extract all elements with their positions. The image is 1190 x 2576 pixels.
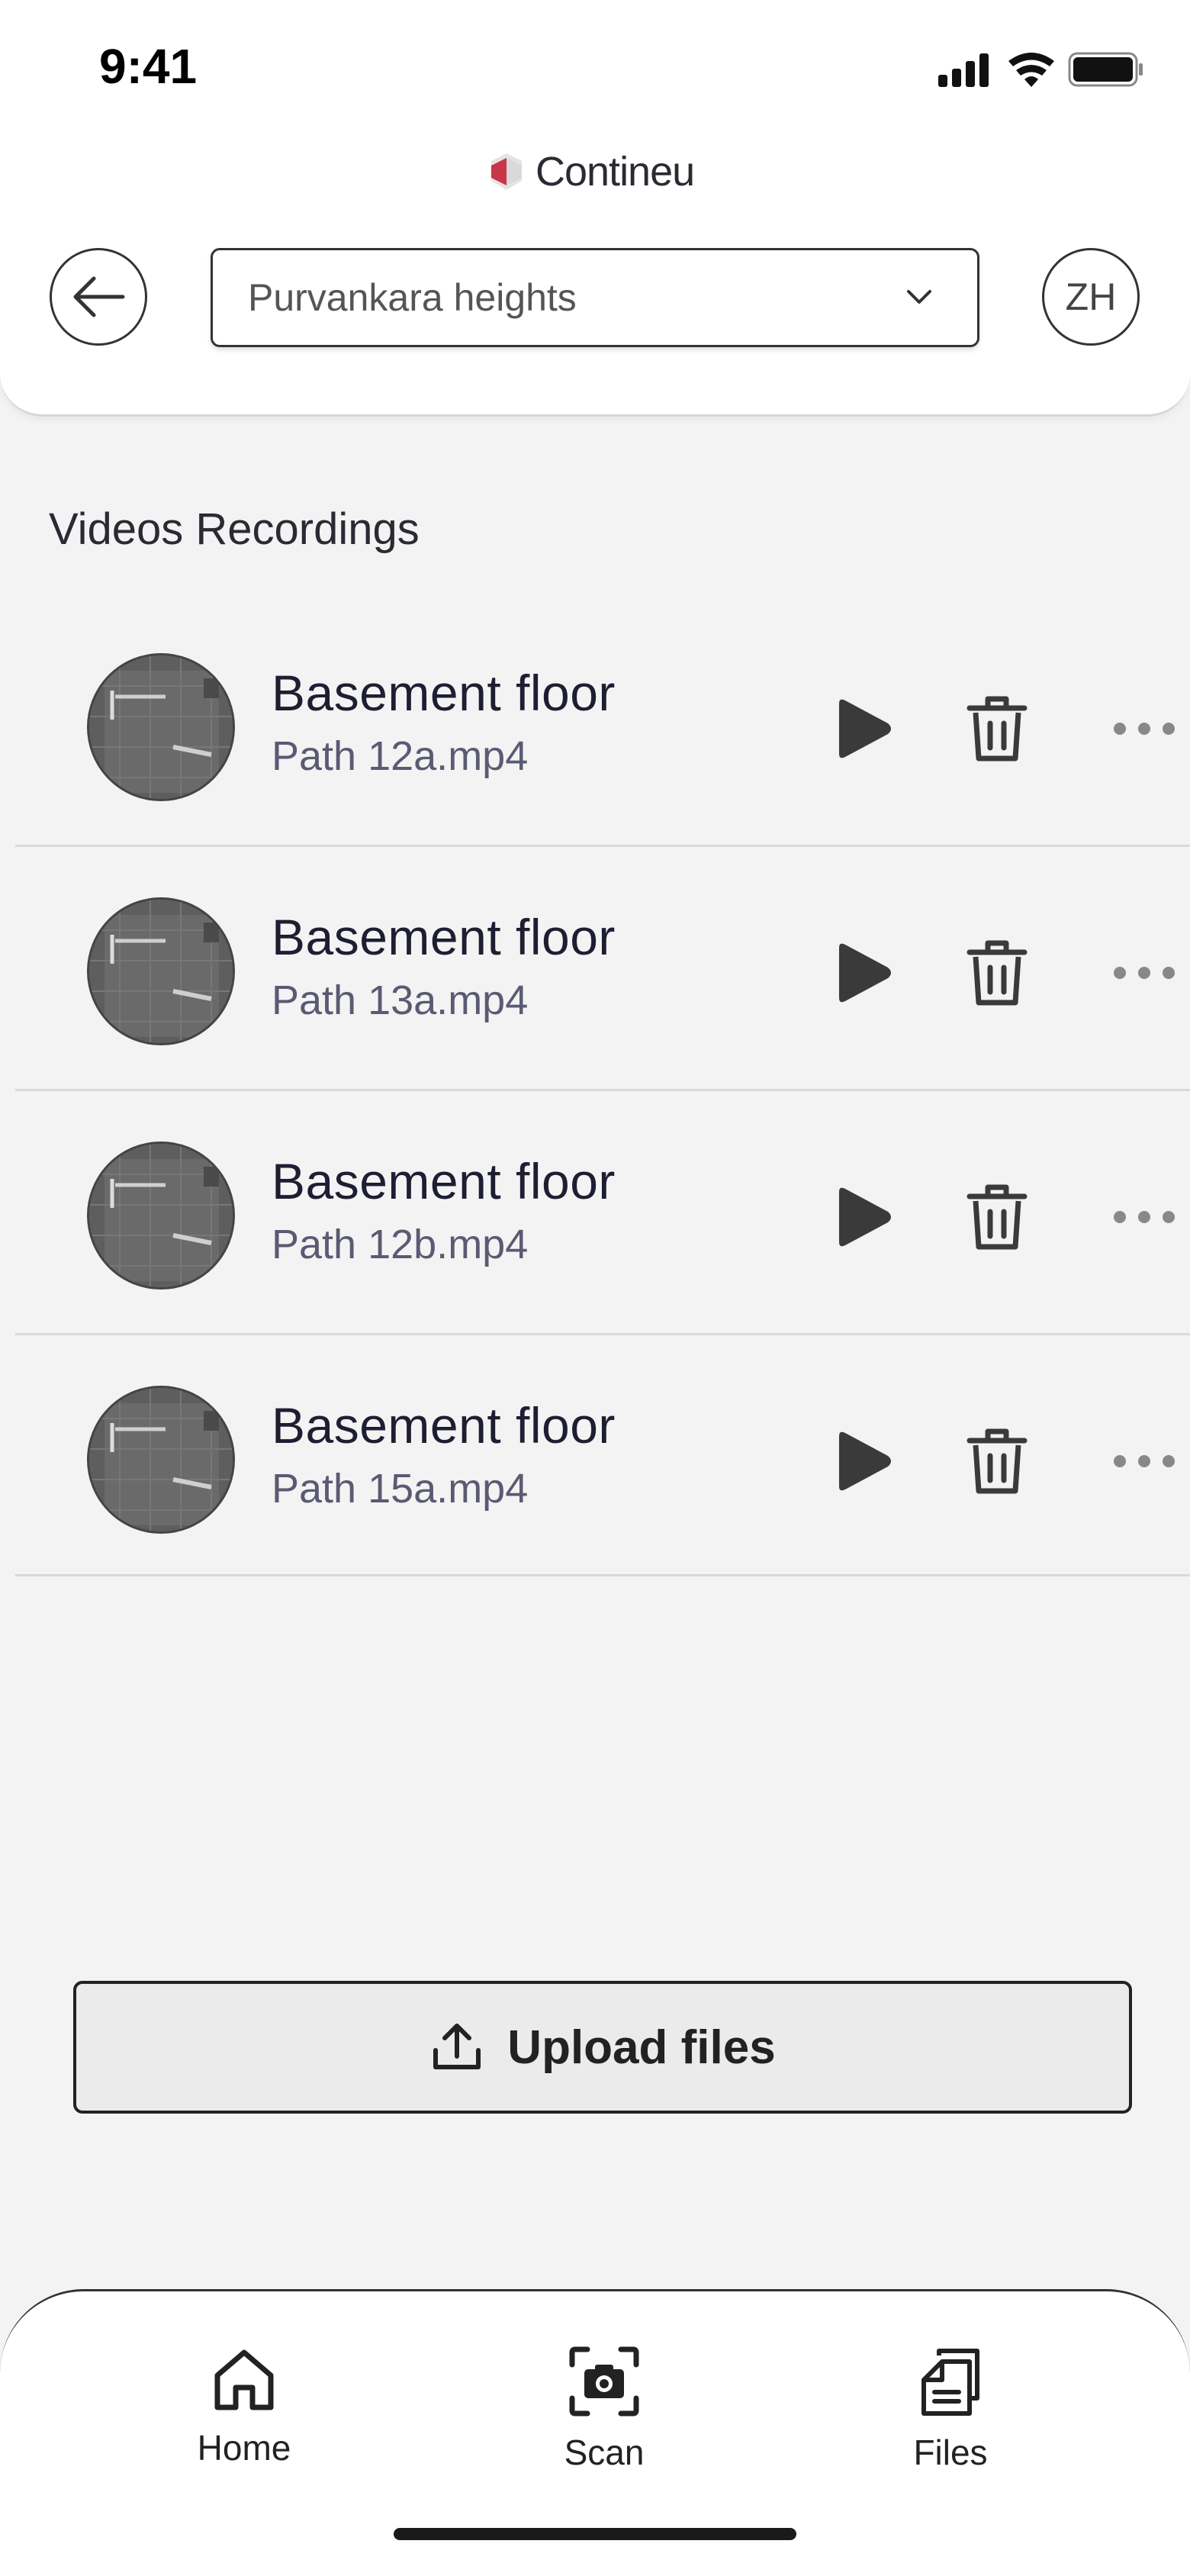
recording-row[interactable]: Basement floor Path 12a.mp4 <box>15 603 1190 847</box>
delete-button[interactable] <box>955 931 1039 1015</box>
recording-title: Basement floor <box>272 1153 616 1209</box>
recording-title: Basement floor <box>272 1397 616 1454</box>
video-thumbnail[interactable] <box>87 1141 235 1290</box>
bottom-nav: Home Scan Files <box>0 2289 1190 2576</box>
delete-button[interactable] <box>955 1175 1039 1259</box>
more-horizontal-icon <box>1114 967 1175 979</box>
arrow-left-icon <box>73 276 125 317</box>
play-button[interactable] <box>819 931 903 1015</box>
wifi-icon <box>1008 53 1054 87</box>
more-options-button[interactable] <box>1098 1183 1190 1251</box>
recording-row[interactable]: Basement floor Path 15a.mp4 <box>15 1335 1190 1576</box>
signal-icon <box>938 53 989 87</box>
play-icon <box>839 1431 891 1491</box>
play-icon <box>839 699 891 758</box>
delete-button[interactable] <box>955 1419 1039 1503</box>
upload-icon <box>433 2024 481 2069</box>
brand-name: Contineu <box>536 149 695 195</box>
recording-filename: Path 15a.mp4 <box>272 1466 529 1512</box>
recording-filename: Path 12b.mp4 <box>272 1222 529 1267</box>
video-thumbnail[interactable] <box>87 897 235 1045</box>
recording-filename: Path 13a.mp4 <box>272 977 529 1023</box>
home-indicator <box>394 2528 796 2540</box>
delete-button[interactable] <box>955 687 1039 771</box>
recording-title: Basement floor <box>272 909 616 965</box>
more-options-button[interactable] <box>1098 939 1190 1007</box>
section-title: Videos Recordings <box>49 504 420 554</box>
recording-title: Basement floor <box>272 665 616 721</box>
nav-home-label: Home <box>197 2428 291 2468</box>
recording-row[interactable]: Basement floor Path 13a.mp4 <box>15 847 1190 1091</box>
more-options-button[interactable] <box>1098 1427 1190 1496</box>
play-icon <box>839 1187 891 1247</box>
upload-files-button[interactable]: Upload files <box>73 1981 1132 2114</box>
chevron-down-icon <box>907 290 931 304</box>
home-icon <box>214 2349 274 2410</box>
camera-scan-icon <box>569 2346 639 2417</box>
trash-icon <box>966 1428 1028 1494</box>
trash-icon <box>966 696 1028 762</box>
video-thumbnail-image <box>89 900 233 1043</box>
recording-filename: Path 12a.mp4 <box>272 733 529 779</box>
more-horizontal-icon <box>1114 1211 1175 1223</box>
video-thumbnail[interactable] <box>87 1386 235 1534</box>
battery-icon <box>1068 52 1143 87</box>
brand-logo: Contineu <box>488 145 695 198</box>
nav-home[interactable]: Home <box>153 2345 336 2468</box>
app-header: 9:41 Contineu Purvankara heights ZH <box>0 0 1190 417</box>
nav-scan-label: Scan <box>564 2433 645 2472</box>
video-thumbnail-image <box>89 1388 233 1531</box>
video-thumbnail[interactable] <box>87 653 235 801</box>
play-button[interactable] <box>819 687 903 771</box>
play-icon <box>839 943 891 1003</box>
avatar[interactable]: ZH <box>1042 248 1140 346</box>
status-time: 9:41 <box>99 39 198 94</box>
more-horizontal-icon <box>1114 723 1175 735</box>
upload-files-label: Upload files <box>507 2021 776 2074</box>
status-icons <box>938 52 1143 87</box>
nav-files[interactable]: Files <box>859 2345 1042 2473</box>
back-button[interactable] <box>50 248 147 346</box>
video-thumbnail-image <box>89 1144 233 1287</box>
logo-icon <box>491 153 522 190</box>
trash-icon <box>966 1184 1028 1250</box>
nav-files-label: Files <box>913 2433 988 2472</box>
play-button[interactable] <box>819 1175 903 1259</box>
recording-row[interactable]: Basement floor Path 12b.mp4 <box>15 1091 1190 1335</box>
nav-scan[interactable]: Scan <box>513 2345 696 2473</box>
project-select[interactable]: Purvankara heights <box>211 248 979 347</box>
files-icon <box>921 2349 979 2416</box>
more-horizontal-icon <box>1114 1455 1175 1467</box>
project-select-value: Purvankara heights <box>248 276 577 319</box>
more-options-button[interactable] <box>1098 694 1190 763</box>
video-thumbnail-image <box>89 655 233 799</box>
trash-icon <box>966 940 1028 1006</box>
play-button[interactable] <box>819 1419 903 1503</box>
recordings-list: Basement floor Path 12a.mp4 Basement flo… <box>15 603 1190 1576</box>
